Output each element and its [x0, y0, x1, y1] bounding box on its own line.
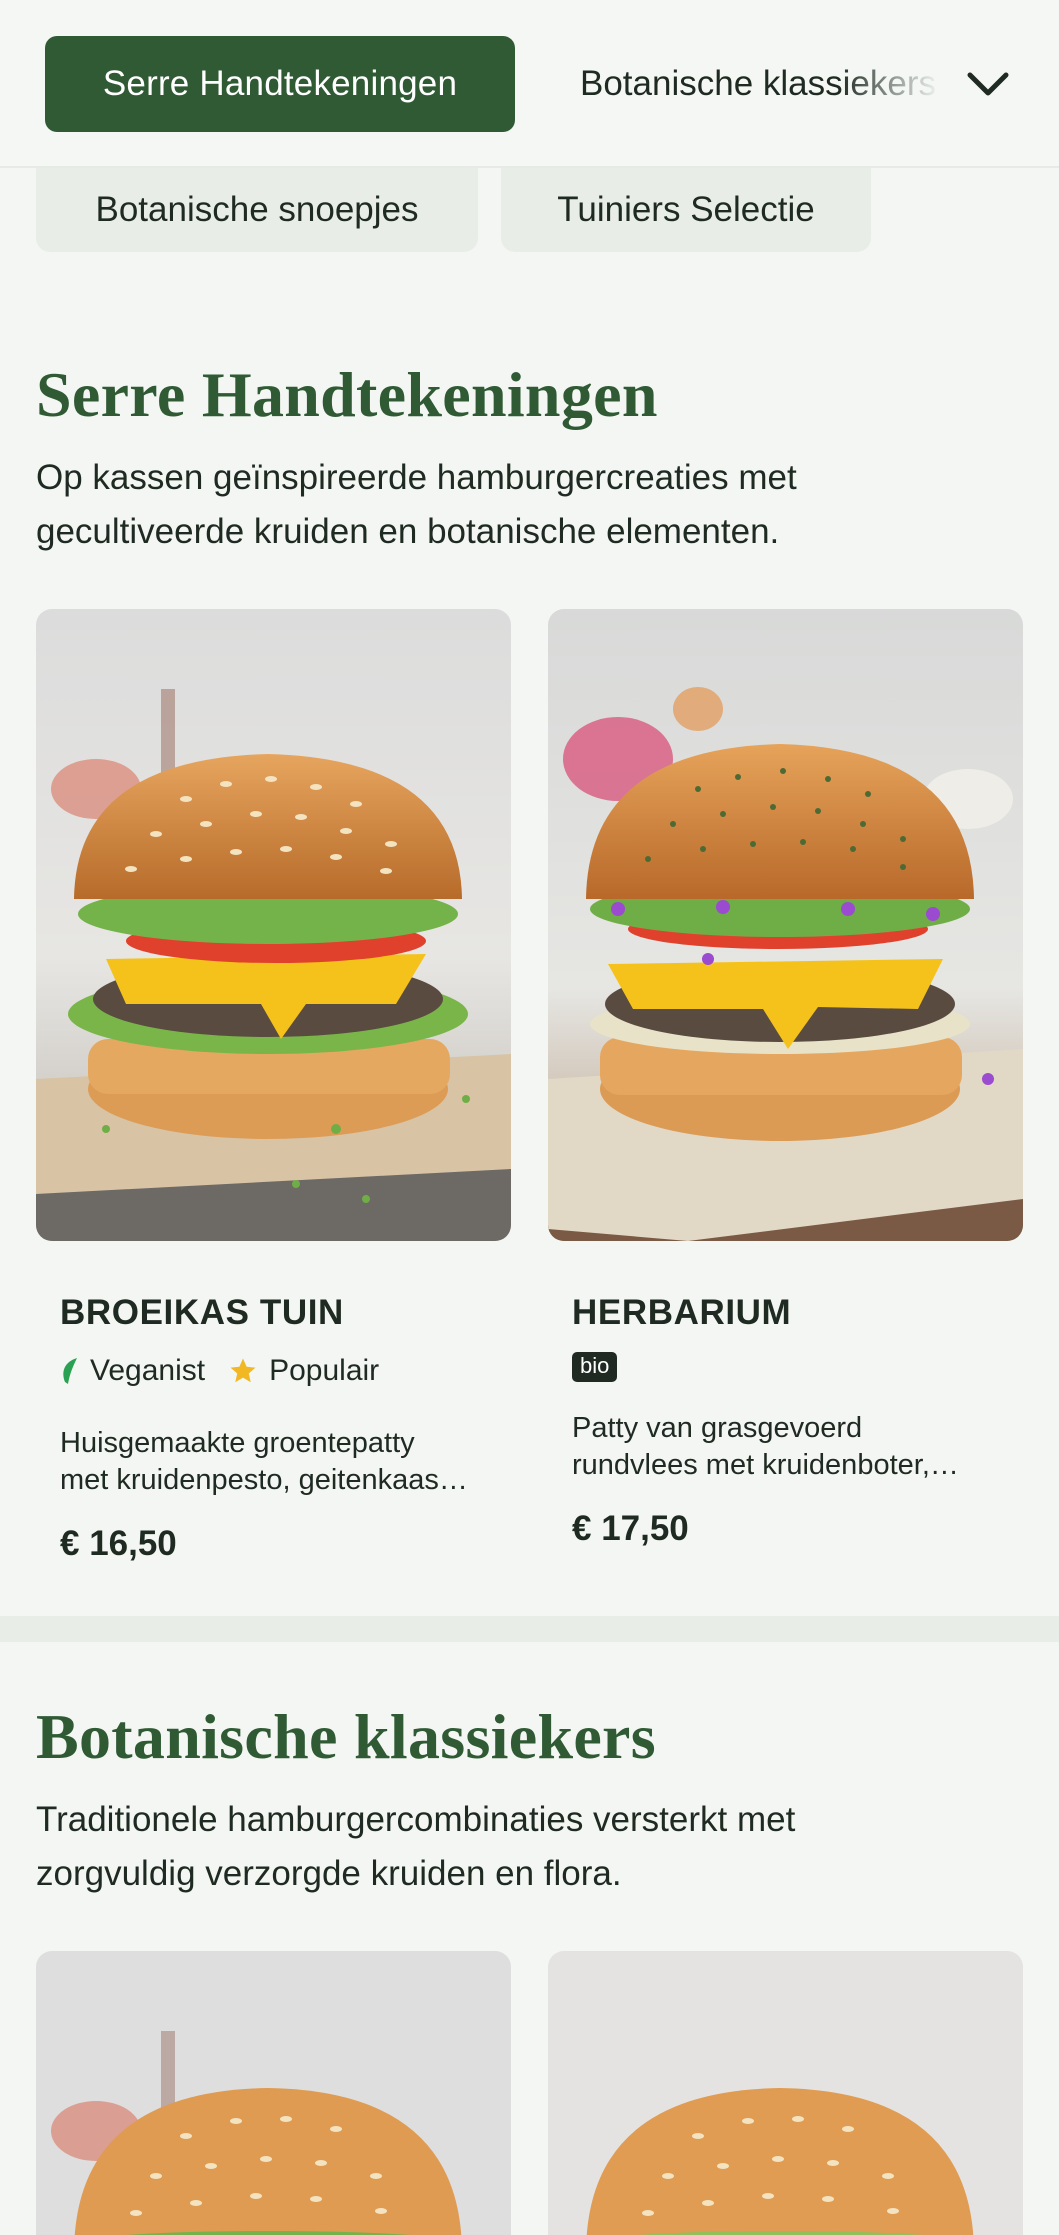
- item-description-line: met kruidenpesto, geitenkaas…: [60, 1464, 468, 1496]
- bio-badge: bio: [572, 1352, 618, 1382]
- section-title: Botanische klassiekers: [36, 1701, 656, 1772]
- tab-label: Botanische klassiekers: [580, 64, 936, 103]
- leaf-icon: [63, 1358, 77, 1384]
- tag-vegan: Veganist: [60, 1354, 205, 1388]
- item-description-line: Patty van grasgevoerd: [572, 1412, 863, 1444]
- tab-label: Serre Handtekeningen: [102, 64, 458, 103]
- chevron-down-icon[interactable]: [960, 56, 1016, 112]
- item-name: BROEIKAS TUIN: [60, 1293, 344, 1332]
- burger-image[interactable]: [548, 1951, 1023, 2235]
- item-description: Huisgemaakte groentepatty met kruidenpes…: [60, 1425, 490, 1499]
- star-icon: [230, 1358, 256, 1383]
- item-description-line: rundvlees met kruidenboter,…: [572, 1449, 959, 1481]
- burger-image[interactable]: [36, 609, 511, 1241]
- item-price: € 16,50: [60, 1524, 177, 1563]
- tag-label: Populair: [269, 1354, 380, 1387]
- section-description-line: gecultiveerde kruiden en botanische elem…: [36, 512, 780, 551]
- section-divider: [0, 1616, 1059, 1642]
- tag-popular: Populair: [227, 1354, 379, 1388]
- tag-label: Veganist: [90, 1354, 206, 1387]
- tab-botanische-klassiekers[interactable]: Botanische klassiekers: [580, 36, 940, 132]
- item-description-line: Huisgemaakte groentepatty: [60, 1427, 415, 1459]
- item-description: Patty van grasgevoerd rundvlees met krui…: [572, 1410, 1002, 1484]
- section-title: Serre Handtekeningen: [36, 359, 658, 430]
- burger-image[interactable]: [548, 609, 1023, 1241]
- section-description-line: Traditionele hamburgercombinaties verste…: [36, 1800, 796, 1839]
- section-description-line: zorgvuldig verzorgde kruiden en flora.: [36, 1854, 622, 1893]
- section-description-line: Op kassen geïnspireerde hamburgercreatie…: [36, 458, 797, 497]
- tab-label: Botanische snoepjes: [95, 190, 419, 229]
- category-nav: Serre Handtekeningen Botanische klassiek…: [0, 0, 1059, 168]
- item-tags: Veganist Populair: [60, 1354, 401, 1388]
- tab-serre-handtekeningen[interactable]: Serre Handtekeningen: [45, 36, 515, 132]
- item-name: HERBARIUM: [572, 1293, 792, 1332]
- item-tags: bio: [572, 1352, 618, 1382]
- category-chips: Botanische snoepjes Tuiniers Selectie: [0, 168, 1059, 252]
- burger-image[interactable]: [36, 1951, 511, 2235]
- tab-botanische-snoepjes[interactable]: Botanische snoepjes: [36, 168, 478, 252]
- tab-label: Tuiniers Selectie: [557, 190, 815, 229]
- tab-tuiniers-selectie[interactable]: Tuiniers Selectie: [501, 168, 871, 252]
- section-description: Traditionele hamburgercombinaties verste…: [36, 1793, 996, 1901]
- item-price: € 17,50: [572, 1509, 689, 1548]
- section-description: Op kassen geïnspireerde hamburgercreatie…: [36, 451, 996, 559]
